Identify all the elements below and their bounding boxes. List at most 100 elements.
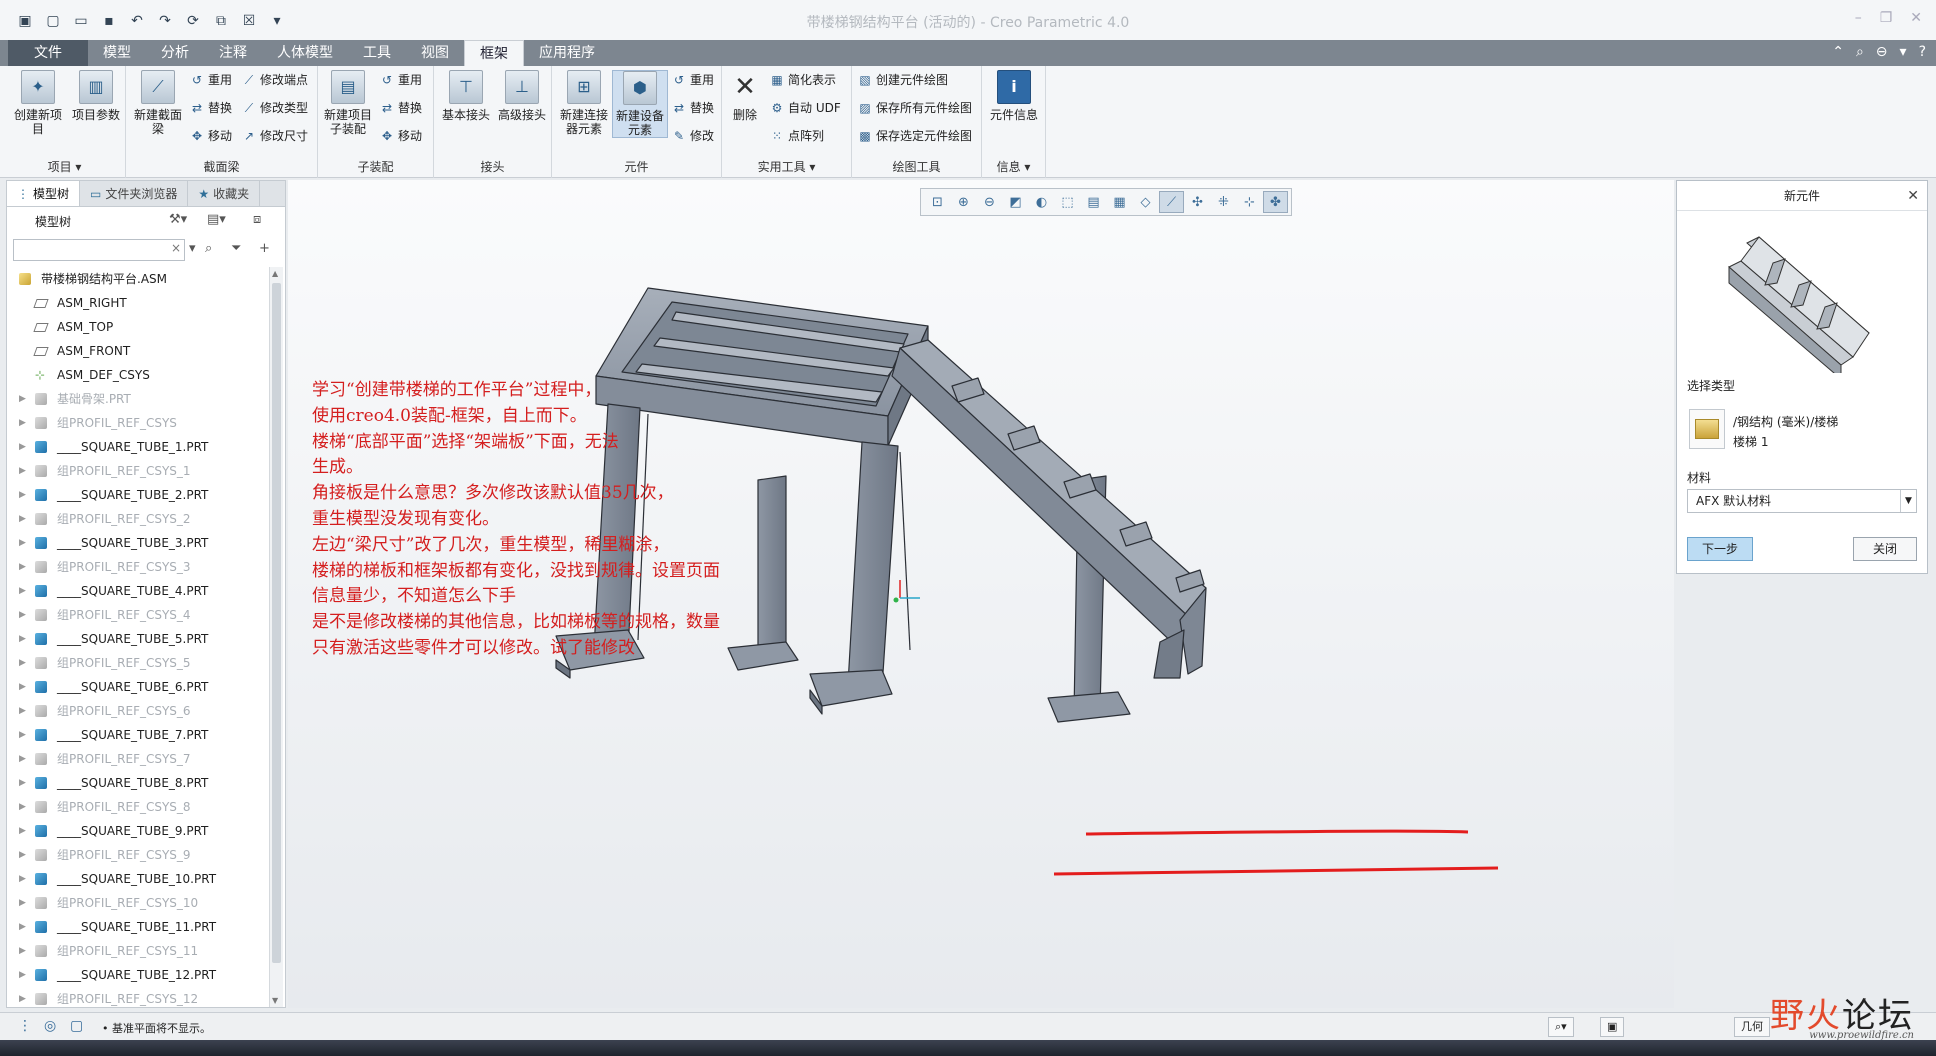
tab-model-tree[interactable]: ⋮ 模型树 [7, 181, 81, 206]
material-select[interactable]: AFX 默认材料 ▼ [1687, 489, 1917, 513]
expand-arrow-icon[interactable]: ▶ [19, 771, 26, 795]
new-item-subasm-button[interactable]: ▤ 新建项目子装配 [320, 70, 376, 136]
show-icon[interactable]: ▤▾ [207, 212, 226, 227]
save-selected-drawings-button[interactable]: ▩ 保存选定元件绘图 [858, 126, 972, 146]
find-tool-icon[interactable]: ⌕▾ [1548, 1017, 1574, 1037]
tab-3[interactable]: 注释 [204, 40, 262, 66]
close-icon[interactable]: ✕ [1910, 10, 1922, 26]
tab-2[interactable]: 分析 [146, 40, 204, 66]
selection-icon[interactable]: ▣ [1600, 1017, 1625, 1037]
beam-reuse-button[interactable]: ↺ 重用 [190, 70, 232, 90]
basic-joint-button[interactable]: ⊤ 基本接头 [438, 70, 494, 122]
tab-8[interactable]: 应用程序 [524, 40, 610, 66]
tree-row[interactable]: ▶ ____SQUARE_TUBE_10.PRT [7, 867, 265, 891]
dialog-close-icon[interactable]: ✕ [1907, 181, 1919, 211]
tree-scrollbar[interactable]: ▲ ▼ [269, 267, 283, 1007]
expand-arrow-icon[interactable]: ▶ [19, 915, 26, 939]
expand-arrow-icon[interactable]: ▶ [19, 411, 26, 435]
tree-row[interactable]: ▶ 组PROFIL_REF_CSYS_11 [7, 939, 265, 963]
search-dropdown-icon[interactable]: ▾ [189, 241, 196, 256]
fullscreen-icon[interactable]: ▢ [70, 1018, 83, 1034]
tree-row[interactable]: ▶ ____SQUARE_TUBE_2.PRT [7, 483, 265, 507]
minimize-icon[interactable]: – [1855, 10, 1862, 26]
tree-row[interactable]: ASM_FRONT [7, 339, 265, 363]
tree-row[interactable]: ▶ 组PROFIL_REF_CSYS_2 [7, 507, 265, 531]
auto-udf-button[interactable]: ⚙ 自动 UDF [770, 98, 841, 118]
expand-arrow-icon[interactable]: ▶ [19, 507, 26, 531]
create-item-button[interactable]: ✦ 创建新项目 [10, 70, 66, 136]
browser-icon[interactable]: ◎ [44, 1018, 56, 1034]
beam-move-button[interactable]: ✥ 移动 [190, 126, 232, 146]
help-question-icon[interactable]: ? [1919, 44, 1926, 60]
expand-arrow-icon[interactable]: ▶ [19, 627, 26, 651]
tree-row[interactable]: ▶ 组PROFIL_REF_CSYS_5 [7, 651, 265, 675]
close-button[interactable]: 关闭 [1853, 537, 1917, 561]
beam-replace-button[interactable]: ⇄ 替换 [190, 98, 232, 118]
expand-arrow-icon[interactable]: ▶ [19, 603, 26, 627]
modify-endpoint-button[interactable]: ⟋ 修改端点 [242, 70, 308, 90]
expand-arrow-icon[interactable]: ▶ [19, 939, 26, 963]
tree-row[interactable]: ▶ 组PROFIL_REF_CSYS_3 [7, 555, 265, 579]
tree-row[interactable]: ▶ 组PROFIL_REF_CSYS_9 [7, 843, 265, 867]
expand-arrow-icon[interactable]: ▶ [19, 651, 26, 675]
tree-row[interactable]: ASM_TOP [7, 315, 265, 339]
tab-7[interactable]: 框架 [464, 40, 524, 66]
expand-arrow-icon[interactable]: ▶ [19, 963, 26, 987]
help-dropdown-icon[interactable]: ▾ [1900, 44, 1907, 60]
tree-row[interactable]: ▶ ____SQUARE_TUBE_12.PRT [7, 963, 265, 987]
tree-row[interactable]: ▶ 组PROFIL_REF_CSYS_10 [7, 891, 265, 915]
expand-arrow-icon[interactable]: ▶ [19, 531, 26, 555]
tree-row[interactable]: ASM_RIGHT [7, 291, 265, 315]
expand-arrow-icon[interactable]: ▶ [19, 435, 26, 459]
modify-type-button[interactable]: ⟋ 修改类型 [242, 98, 308, 118]
tab-5[interactable]: 工具 [348, 40, 406, 66]
expand-arrow-icon[interactable]: ▶ [19, 675, 26, 699]
tree-row[interactable]: ▶ 基础骨架.PRT [7, 387, 265, 411]
tree-row[interactable]: ▶ ____SQUARE_TUBE_6.PRT [7, 675, 265, 699]
expand-arrow-icon[interactable]: ▶ [19, 843, 26, 867]
tree-row[interactable]: ▶ 组PROFIL_REF_CSYS [7, 411, 265, 435]
point-pattern-button[interactable]: ⁙ 点阵列 [770, 126, 824, 146]
component-info-button[interactable]: i 元件信息 [986, 70, 1042, 122]
tree-row[interactable]: ▶ 组PROFIL_REF_CSYS_12 [7, 987, 265, 1007]
search-icon[interactable]: ⌕ [1856, 44, 1864, 60]
selection-filter[interactable]: 几何 [1734, 1017, 1770, 1037]
expand-arrow-icon[interactable]: ▶ [19, 387, 26, 411]
expand-arrow-icon[interactable]: ▶ [19, 579, 26, 603]
expand-arrow-icon[interactable]: ▶ [19, 987, 26, 1007]
tree-row[interactable]: ▶ ____SQUARE_TUBE_4.PRT [7, 579, 265, 603]
el-reuse-button[interactable]: ↺ 重用 [672, 70, 714, 90]
sub-reuse-button[interactable]: ↺ 重用 [380, 70, 422, 90]
find-icon[interactable]: ⌕ [205, 241, 212, 256]
tree-row[interactable]: ▶ ____SQUARE_TUBE_8.PRT [7, 771, 265, 795]
tab-0[interactable]: 文件 [8, 40, 88, 66]
next-button[interactable]: 下一步 [1687, 537, 1753, 561]
tree-row[interactable]: ▶ ____SQUARE_TUBE_5.PRT [7, 627, 265, 651]
filter-icon[interactable]: ⏷ [231, 241, 241, 256]
tree-row[interactable]: ▶ 组PROFIL_REF_CSYS_4 [7, 603, 265, 627]
tree-search-input[interactable] [13, 239, 185, 261]
expand-arrow-icon[interactable]: ▶ [19, 483, 26, 507]
collapse-ribbon-icon[interactable]: ⌃ [1832, 44, 1844, 60]
expand-arrow-icon[interactable]: ▶ [19, 459, 26, 483]
simplified-rep-button[interactable]: ▦ 简化表示 [770, 70, 836, 90]
new-connector-button[interactable]: ⊞ 新建连接器元素 [556, 70, 612, 136]
tree-row[interactable]: 带楼梯钢结构平台.ASM [7, 267, 265, 291]
delete-button[interactable]: ✕ 删除 [722, 70, 768, 122]
modify-size-button[interactable]: ↗ 修改尺寸 [242, 126, 308, 146]
tree-row[interactable]: ▶ 组PROFIL_REF_CSYS_7 [7, 747, 265, 771]
expand-arrow-icon[interactable]: ▶ [19, 819, 26, 843]
expand-arrow-icon[interactable]: ▶ [19, 699, 26, 723]
tab-4[interactable]: 人体模型 [262, 40, 348, 66]
group-label-util[interactable]: 实用工具 ▾ [722, 158, 851, 176]
expand-arrow-icon[interactable]: ▶ [19, 795, 26, 819]
tree-row[interactable]: ▶ ____SQUARE_TUBE_9.PRT [7, 819, 265, 843]
tab-favorites[interactable]: ★ 收藏夹 [188, 181, 261, 206]
graphics-area[interactable]: ⊡ ⊕ ⊖ ◩ ◐ ⬚ ▤ ▦ ◇ ⟋ ✣ ⁜ ⊹ ✤ 学习“创建带楼梯的工作平… [288, 180, 1674, 1008]
expand-arrow-icon[interactable]: ▶ [19, 747, 26, 771]
advanced-joint-button[interactable]: ⊥ 高级接头 [494, 70, 550, 122]
el-modify-button[interactable]: ✎ 修改 [672, 126, 714, 146]
expand-arrow-icon[interactable]: ▶ [19, 867, 26, 891]
tree-row[interactable]: ▶ ____SQUARE_TUBE_11.PRT [7, 915, 265, 939]
add-icon[interactable]: + [259, 241, 270, 256]
